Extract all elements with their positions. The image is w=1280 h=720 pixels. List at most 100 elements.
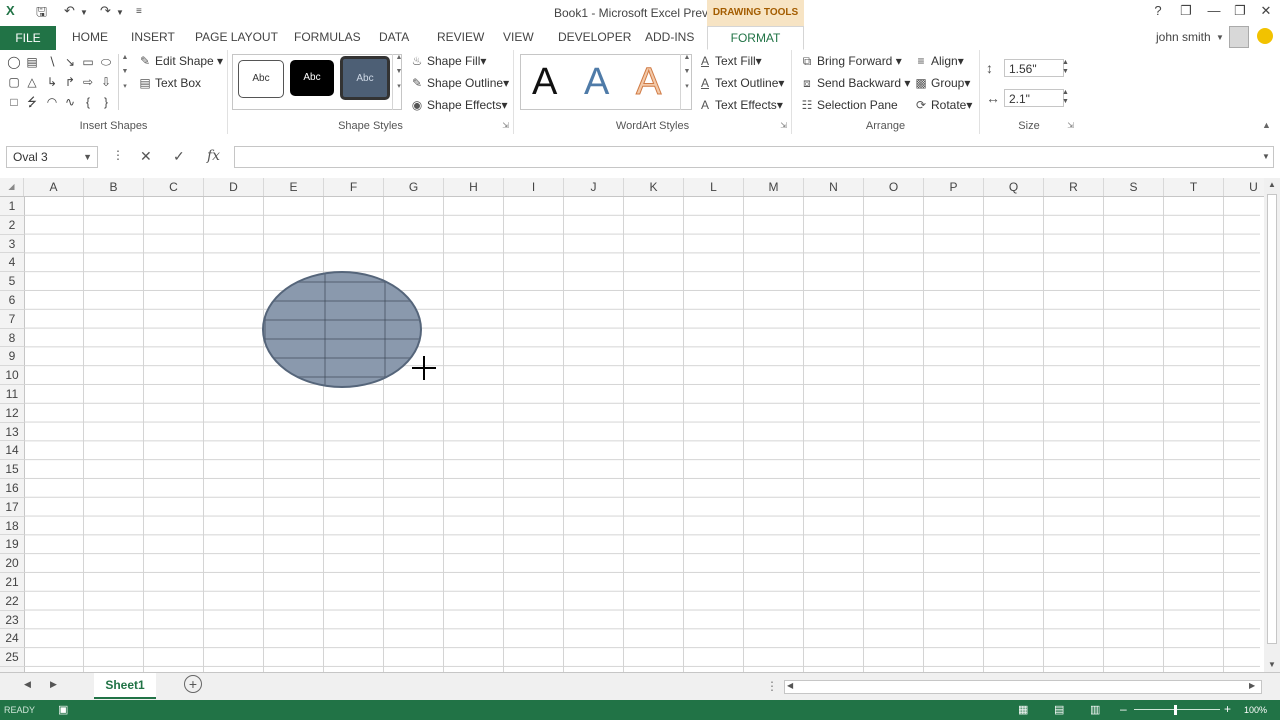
column-header[interactable]: B <box>84 178 144 196</box>
left-brace-shape-icon[interactable]: { <box>80 94 96 110</box>
horizontal-scrollbar[interactable]: ◀ ▶ <box>784 680 1262 694</box>
restore-icon[interactable]: ❐ <box>1230 3 1250 19</box>
column-header[interactable]: T <box>1164 178 1224 196</box>
tab-split-handle-icon[interactable]: ⋮ <box>766 679 778 693</box>
row-header[interactable]: 23 <box>0 611 24 630</box>
row-header[interactable]: 14 <box>0 441 24 461</box>
column-header[interactable]: A <box>24 178 84 196</box>
column-header[interactable]: H <box>444 178 504 196</box>
text-box-button[interactable]: ▤ Text Box <box>138 76 201 90</box>
column-header[interactable]: I <box>504 178 564 196</box>
row-header[interactable]: 5 <box>0 272 24 291</box>
minimize-icon[interactable]: — <box>1204 3 1224 18</box>
row-header[interactable]: 17 <box>0 498 24 517</box>
bring-forward-button[interactable]: ⧉ Bring Forward ▾ <box>800 54 902 69</box>
snip-rect-shape-icon[interactable]: □ <box>6 94 22 110</box>
column-header[interactable]: K <box>624 178 684 196</box>
user-name[interactable]: john smith <box>1156 30 1211 44</box>
row-header[interactable]: 25 <box>0 648 24 667</box>
rounded-rect-shape-icon[interactable]: ▢ <box>6 74 22 90</box>
text-fill-button[interactable]: A Text Fill▾ <box>698 54 762 68</box>
zoom-in-icon[interactable]: + <box>1224 702 1231 716</box>
row-header[interactable]: 24 <box>0 629 24 649</box>
tab-format[interactable]: FORMAT <box>707 26 804 50</box>
tab-add-ins[interactable]: ADD-INS <box>645 30 694 44</box>
avatar[interactable] <box>1229 26 1249 48</box>
column-header[interactable]: C <box>144 178 204 196</box>
shape-style-black[interactable]: Abc <box>290 60 334 96</box>
row-header[interactable]: 20 <box>0 554 24 573</box>
column-header[interactable]: P <box>924 178 984 196</box>
curve-shape-icon[interactable]: ∿ <box>62 94 78 110</box>
page-layout-view-icon[interactable]: ▤ <box>1054 703 1064 716</box>
row-header[interactable]: 6 <box>0 291 24 310</box>
collapse-ribbon-icon[interactable]: ▲ <box>1262 120 1271 130</box>
row-header[interactable]: 10 <box>0 366 24 385</box>
previous-sheet-icon[interactable]: ◀ <box>24 679 31 690</box>
shape-effects-button[interactable]: ◉ Shape Effects▾ <box>410 98 508 112</box>
tab-view[interactable]: VIEW <box>503 30 534 44</box>
row-header[interactable]: 8 <box>0 329 24 348</box>
tab-page-layout[interactable]: PAGE LAYOUT <box>195 30 278 44</box>
group-button[interactable]: ▩ Group▾ <box>914 76 970 90</box>
selection-pane-button[interactable]: ☷ Selection Pane <box>800 98 898 112</box>
textbox-shape-icon[interactable]: ▤ <box>24 54 40 70</box>
formula-input[interactable] <box>234 146 1274 168</box>
width-spinner-icon[interactable]: ▲ ▼ <box>1062 88 1069 106</box>
scroll-left-icon[interactable]: ◀ <box>787 681 793 690</box>
cancel-icon[interactable]: ✕ <box>140 148 152 165</box>
row-header[interactable]: 11 <box>0 385 24 404</box>
row-header[interactable]: 22 <box>0 592 24 611</box>
shape-style-selected[interactable]: Abc <box>340 56 390 100</box>
column-header[interactable]: D <box>204 178 264 196</box>
edit-shape-button[interactable]: ✎ Edit Shape ▾ <box>138 54 223 68</box>
text-outline-button[interactable]: A Text Outline▾ <box>698 76 784 90</box>
row-header[interactable]: 19 <box>0 535 24 555</box>
name-box-dropdown-icon[interactable]: ▼ <box>83 147 92 167</box>
zoom-slider[interactable] <box>1134 709 1220 710</box>
normal-view-icon[interactable]: ▦ <box>1018 703 1028 716</box>
column-header[interactable]: R <box>1044 178 1104 196</box>
sheet-tab-sheet1[interactable]: Sheet1 <box>94 673 156 699</box>
arc-shape-icon[interactable]: ◠ <box>44 94 60 110</box>
tab-data[interactable]: DATA <box>379 30 409 44</box>
smiley-feedback-icon[interactable] <box>1257 28 1273 44</box>
select-all-icon[interactable]: ◢ <box>0 178 24 196</box>
enter-icon[interactable]: ✓ <box>173 148 185 165</box>
ribbon-display-icon[interactable]: ❐ <box>1176 3 1196 19</box>
row-header[interactable]: 18 <box>0 517 24 536</box>
scroll-right-icon[interactable]: ▶ <box>1249 681 1255 690</box>
help-icon[interactable]: ? <box>1148 3 1168 18</box>
column-header[interactable]: Q <box>984 178 1044 196</box>
row-header[interactable]: 4 <box>0 253 24 273</box>
wordart-gallery-scroll[interactable]: ▲ ▼ ▾ <box>680 54 693 110</box>
insert-function-icon[interactable]: fx <box>207 148 220 164</box>
wordart-style-black[interactable]: A <box>532 60 557 104</box>
column-header[interactable]: M <box>744 178 804 196</box>
oval-shape-icon[interactable]: ◯ <box>6 54 22 70</box>
line-shape-icon[interactable]: ∖ <box>44 54 60 70</box>
shape-style-white[interactable]: Abc <box>238 60 284 98</box>
column-header[interactable]: F <box>324 178 384 196</box>
shape-fill-button[interactable]: ♨ Shape Fill▾ <box>410 54 487 68</box>
arrow-line-shape-icon[interactable]: ↘ <box>62 54 78 70</box>
row-header[interactable]: 13 <box>0 423 24 442</box>
rectangle-shape-icon[interactable]: ▭ <box>80 54 96 70</box>
expand-formula-bar-icon[interactable]: ▼ <box>1262 152 1270 161</box>
tab-developer[interactable]: DEVELOPER <box>558 30 631 44</box>
right-brace-shape-icon[interactable]: } <box>98 94 114 110</box>
vertical-scrollbar[interactable]: ▲ ▼ <box>1264 178 1280 672</box>
row-header[interactable]: 9 <box>0 347 24 367</box>
row-header[interactable]: 21 <box>0 573 24 592</box>
name-box[interactable]: Oval 3 ▼ <box>6 146 98 168</box>
user-dropdown-icon[interactable]: ▼ <box>1216 33 1224 42</box>
column-header[interactable]: L <box>684 178 744 196</box>
height-spinner-icon[interactable]: ▲ ▼ <box>1062 58 1069 76</box>
oval-shape[interactable] <box>262 271 422 388</box>
shapes-gallery-scroll[interactable]: ▲ ▼ ▾ <box>118 54 131 110</box>
next-sheet-icon[interactable]: ▶ <box>50 679 57 690</box>
rotate-button[interactable]: ⟳ Rotate▾ <box>914 98 972 112</box>
column-header[interactable]: E <box>264 178 324 196</box>
tab-home[interactable]: HOME <box>72 30 108 44</box>
connector-shape-icon[interactable]: ↳ <box>44 74 60 90</box>
